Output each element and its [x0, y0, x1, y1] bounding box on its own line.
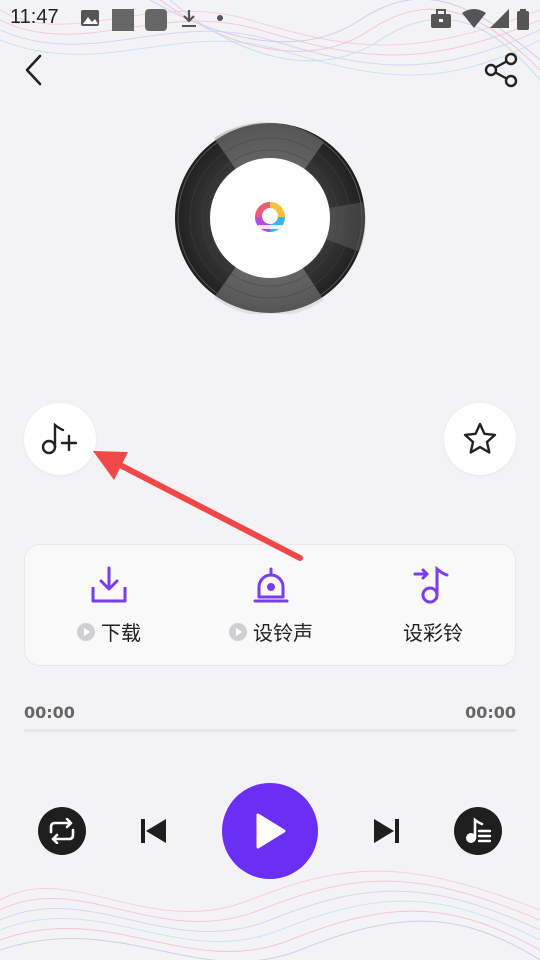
play-button[interactable]	[222, 783, 318, 879]
battery-icon	[517, 9, 529, 30]
favorite-button[interactable]	[444, 403, 516, 475]
progress-bar[interactable]	[24, 729, 516, 732]
action-card: 下载 设铃声 设彩铃	[24, 544, 516, 666]
signal-icon	[490, 9, 509, 28]
skip-previous-icon	[141, 819, 166, 843]
repeat-icon	[49, 818, 75, 844]
alarm-bell-icon	[253, 567, 289, 603]
play-icon	[256, 813, 286, 849]
play-mode-button[interactable]	[38, 807, 86, 855]
bottom-wave-decoration	[0, 870, 540, 960]
set-ringtone-action[interactable]: 设铃声	[189, 565, 353, 646]
playlist-button[interactable]	[454, 807, 502, 855]
add-to-playlist-button[interactable]	[24, 403, 96, 475]
share-icon	[484, 52, 518, 88]
download-action[interactable]: 下载	[27, 565, 191, 646]
current-time: 00:00	[24, 703, 75, 722]
gallery-icon	[81, 10, 99, 26]
skip-next-icon	[374, 819, 399, 843]
wifi-icon	[462, 9, 486, 28]
status-bar: 11:47	[0, 0, 540, 36]
next-button[interactable]	[368, 813, 404, 849]
briefcase-icon	[431, 9, 451, 28]
preview-play-icon	[77, 622, 95, 641]
download-label: 下载	[101, 621, 141, 645]
chevron-left-icon	[25, 54, 42, 86]
music-note-arrow-icon	[413, 565, 449, 604]
back-button[interactable]	[14, 50, 54, 90]
music-note-plus-icon	[41, 422, 78, 455]
download-icon	[182, 10, 196, 27]
share-button[interactable]	[482, 50, 522, 90]
vinyl-disc	[175, 122, 366, 314]
total-time: 00:00	[465, 703, 516, 722]
square-icon	[112, 9, 134, 31]
set-ringtone-label: 设铃声	[253, 621, 313, 645]
status-time: 11:47	[10, 6, 59, 28]
previous-button[interactable]	[136, 813, 172, 849]
app-logo	[255, 202, 285, 232]
set-color-ringtone-action[interactable]: 设彩铃	[351, 565, 515, 646]
star-icon	[463, 422, 497, 454]
square-icon	[145, 9, 167, 31]
download-tray-icon	[91, 566, 127, 603]
set-color-ringtone-label: 设彩铃	[403, 621, 463, 645]
playlist-icon	[466, 817, 492, 843]
preview-play-icon	[229, 622, 247, 641]
dot-icon	[217, 15, 223, 21]
